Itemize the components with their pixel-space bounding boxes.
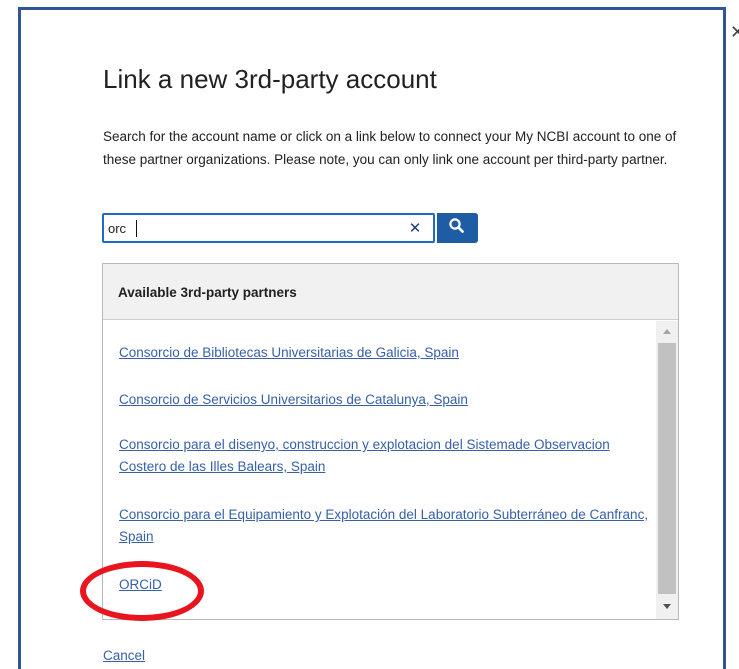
dialog-title: Link a new 3rd-party account [103,64,437,94]
partner-search: ✕ [102,213,478,243]
close-icon[interactable]: ✕ [730,24,739,42]
cancel-link[interactable]: Cancel [103,648,145,663]
partners-panel: Available 3rd-party partners Consorcio d… [102,263,679,620]
search-icon [449,218,464,233]
page: ✕ Link a new 3rd-party account Search fo… [0,0,739,669]
partner-link-illes-balears[interactable]: Consorcio para el disenyo, construccion … [119,434,649,478]
partner-list-scrollbar[interactable] [656,321,678,619]
partners-panel-header: Available 3rd-party partners [103,264,678,320]
search-button[interactable] [437,213,478,243]
clear-x-icon[interactable]: ✕ [407,219,423,237]
partner-link-galicia[interactable]: Consorcio de Bibliotecas Universitarias … [119,342,649,364]
scroll-up-arrow-icon[interactable] [656,321,678,341]
scroll-down-arrow-icon[interactable] [656,597,678,617]
dialog-description: Search for the account name or click on … [103,129,677,167]
partner-link-canfranc[interactable]: Consorcio para el Equipamiento y Explota… [119,504,649,548]
scrollbar-thumb[interactable] [658,343,676,594]
partner-link-catalunya[interactable]: Consorcio de Servicios Universitarios de… [119,389,649,411]
partner-link-orcid[interactable]: ORCiD [119,574,649,596]
partner-list: Consorcio de Bibliotecas Universitarias … [103,321,655,619]
search-input[interactable] [108,218,398,238]
partners-panel-title: Available 3rd-party partners [118,285,297,300]
search-field-box: ✕ [102,213,435,243]
text-caret [136,220,137,237]
